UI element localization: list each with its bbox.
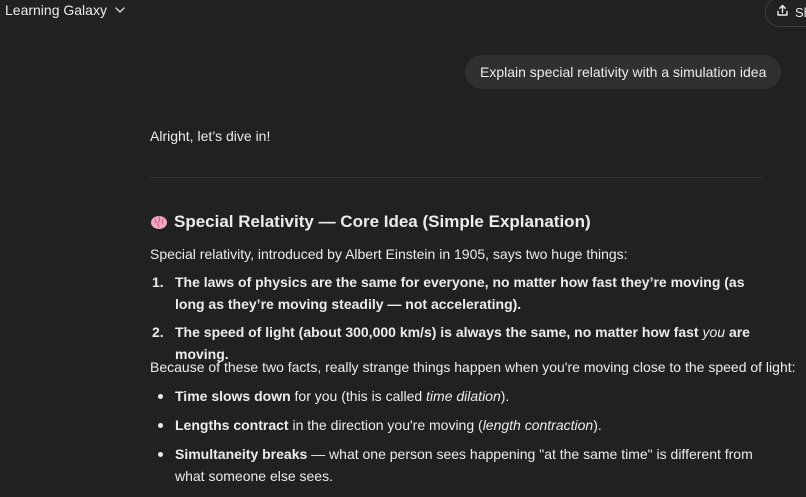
bullet-dot	[158, 452, 163, 457]
reply-intro: Alright, let’s dive in!	[150, 128, 271, 144]
bullet-emphasis: time dilation	[426, 388, 501, 404]
list-item-emphasis: you	[702, 324, 726, 340]
bullet-list: Time slows down for you (this is called …	[150, 385, 762, 494]
bullet-bold: Time slows down	[175, 388, 291, 404]
section-heading: Special Relativity — Core Idea (Simple E…	[150, 210, 591, 234]
bullet-text: for you (this is called	[290, 388, 427, 404]
share-icon	[776, 4, 789, 20]
lead-paragraph: Special relativity, introduced by Albert…	[150, 246, 628, 262]
bullet-bold: Lengths contract	[175, 417, 289, 433]
list-item-text: The speed of light (about 300,000 km/s) …	[175, 324, 703, 340]
bullet-text: in the direction you're moving (	[288, 417, 483, 433]
list-item: Lengths contract in the direction you're…	[150, 414, 762, 436]
bullet-dot	[158, 394, 163, 399]
user-message-bubble: Explain special relativity with a simula…	[465, 55, 782, 89]
list-number: 1.	[152, 274, 164, 290]
divider	[150, 177, 762, 178]
brain-icon	[150, 213, 168, 231]
bullet-emphasis: length contraction	[482, 417, 594, 433]
list-item: Simultaneity breaks — what one person se…	[150, 443, 762, 487]
top-bar: Learning Galaxy Share	[0, 0, 806, 27]
bullet-dot	[158, 423, 163, 428]
bullet-text-end: ).	[593, 417, 602, 433]
model-name: Learning Galaxy	[5, 2, 107, 18]
chat-page: Learning Galaxy Share Explain special re…	[0, 0, 806, 497]
list-item: Time slows down for you (this is called …	[150, 385, 762, 407]
list-number: 2.	[152, 324, 164, 340]
list-item-text: The laws of physics are the same for eve…	[175, 274, 745, 312]
bullet-text-end: ).	[500, 388, 510, 404]
user-message-text: Explain special relativity with a simula…	[480, 64, 767, 80]
list-item: 1. The laws of physics are the same for …	[150, 271, 762, 315]
section-heading-text: Special Relativity — Core Idea (Simple E…	[174, 212, 591, 231]
share-button[interactable]: Share	[765, 0, 806, 27]
model-selector[interactable]: Learning Galaxy	[5, 2, 127, 18]
chevron-down-icon	[113, 3, 127, 17]
because-paragraph: Because of these two facts, really stran…	[150, 359, 796, 375]
bullet-bold: Simultaneity breaks	[175, 446, 308, 462]
share-label: Share	[795, 4, 806, 20]
